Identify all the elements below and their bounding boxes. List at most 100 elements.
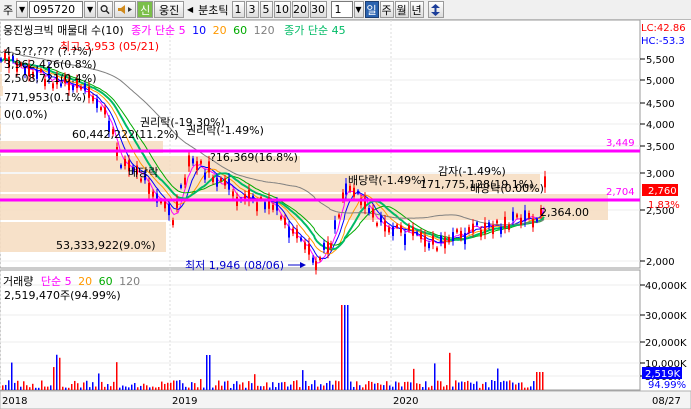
volume-bar [248, 381, 250, 390]
interval-20[interactable]: 20 [291, 1, 309, 18]
candle-body [292, 228, 294, 234]
price-tick-label: 4,000 [646, 120, 675, 131]
volume-bar [239, 384, 241, 390]
volume-bar [452, 386, 454, 390]
current-price-text: 2,760 [648, 186, 677, 197]
code-dropdown[interactable]: ▼ [84, 1, 97, 18]
candle-body [100, 107, 102, 111]
x-axis-label: 08/27 [652, 396, 681, 407]
candle-body [408, 225, 410, 231]
candle-body [500, 226, 502, 234]
last-value-label: 2,364.00 [540, 206, 589, 219]
interval-3[interactable]: 3 [245, 1, 259, 18]
volume-bar [62, 386, 64, 390]
candle-body [376, 222, 378, 226]
chart-toolbar: 주 ▼ 095720 ▼ 신 웅진 ◀ 분초틱 1 3 5 10 20 30 1… [0, 0, 691, 20]
volume-bar [215, 385, 217, 390]
candle-body [0, 58, 2, 62]
candle-body [480, 229, 482, 237]
volume-tick-label: 30,000K [645, 311, 687, 322]
new-button[interactable]: 신 [137, 1, 154, 18]
search-button[interactable] [97, 1, 114, 18]
count-dropdown[interactable]: ▼ [353, 1, 364, 18]
candle-body [280, 216, 282, 220]
volume-bar [335, 380, 337, 390]
tab-month[interactable]: 월 [394, 1, 409, 18]
candle-body [276, 201, 278, 211]
speaker-link-icon [118, 5, 133, 14]
volume-bar [368, 381, 370, 390]
candle-body [504, 216, 506, 228]
volume-bar [287, 386, 289, 390]
volume-bar [95, 386, 97, 390]
interval-10[interactable]: 10 [273, 1, 291, 18]
volume-bar [161, 381, 163, 390]
volume-bar [23, 381, 25, 390]
volume-bar [227, 380, 229, 390]
candle-body [428, 243, 430, 249]
volume-bar [437, 380, 439, 390]
stock-name-field[interactable]: 웅진 [154, 1, 185, 18]
vol-ma-120: 120 [119, 275, 141, 288]
candle-body [92, 96, 94, 102]
volume-bar [356, 381, 358, 390]
candle-body [220, 178, 222, 182]
candle-body [204, 172, 206, 180]
volume-bar [29, 387, 31, 390]
volume-bar [503, 380, 505, 390]
volume-bar [344, 305, 346, 390]
lower-level-label: 2,704 [606, 187, 635, 198]
price-tick-label: 3,000 [646, 169, 675, 180]
volume-bar [350, 381, 352, 390]
volume-bar [299, 387, 301, 390]
volume-bar [500, 382, 502, 390]
volume-bar [65, 387, 67, 390]
x-axis-label: 2018 [2, 396, 27, 407]
candle-body [224, 178, 226, 186]
candle-body [432, 235, 434, 245]
candle-body [380, 215, 382, 223]
candle-body [312, 257, 314, 263]
profile-label-0: 4,5??,??? (?.?%) [4, 45, 92, 58]
x-axis-label: 2020 [393, 396, 418, 407]
volume-bar [317, 386, 319, 390]
market-dropdown[interactable]: ▼ [16, 1, 29, 18]
ma-60: 60 [233, 24, 248, 37]
tab-week[interactable]: 주 [379, 1, 394, 18]
price-tick-label: 5,000 [646, 76, 675, 87]
link-button[interactable] [114, 1, 137, 18]
count-input[interactable]: 1 [330, 1, 353, 18]
stock-code-input[interactable]: 095720 [29, 1, 84, 18]
volume-bar [173, 380, 175, 390]
volume-badge-text: 2,519K [645, 369, 681, 380]
tab-year[interactable]: 년 [409, 1, 424, 18]
volume-bar [431, 385, 433, 390]
interval-5[interactable]: 5 [259, 1, 273, 18]
candle-body [544, 176, 546, 188]
volume-bar [455, 380, 457, 390]
candle-body [288, 226, 290, 238]
interval-1[interactable]: 1 [231, 1, 245, 18]
interval-30[interactable]: 30 [309, 1, 327, 18]
volume-bar [110, 386, 112, 390]
volume-bar [275, 387, 277, 390]
candle-body [368, 208, 370, 214]
profile-label-4: 0(0.0%) [4, 108, 48, 121]
candle-body [164, 201, 166, 209]
candle-body [452, 232, 454, 242]
candle-body [524, 210, 526, 222]
volume-bar [380, 384, 382, 390]
candle-body [188, 155, 190, 167]
volume-bar [104, 386, 106, 390]
candle-body [424, 235, 426, 247]
prev-arrow-button[interactable]: ◀ [185, 1, 195, 18]
candle-body [412, 226, 414, 236]
volume-bar [515, 384, 517, 390]
candle-body [192, 158, 194, 164]
volume-bar [329, 380, 331, 390]
candle-body [508, 224, 510, 230]
tab-day[interactable]: 일 [364, 1, 379, 18]
volume-bar [311, 384, 313, 390]
scroll-toggle-button[interactable] [427, 1, 444, 18]
candle-body [120, 164, 122, 168]
